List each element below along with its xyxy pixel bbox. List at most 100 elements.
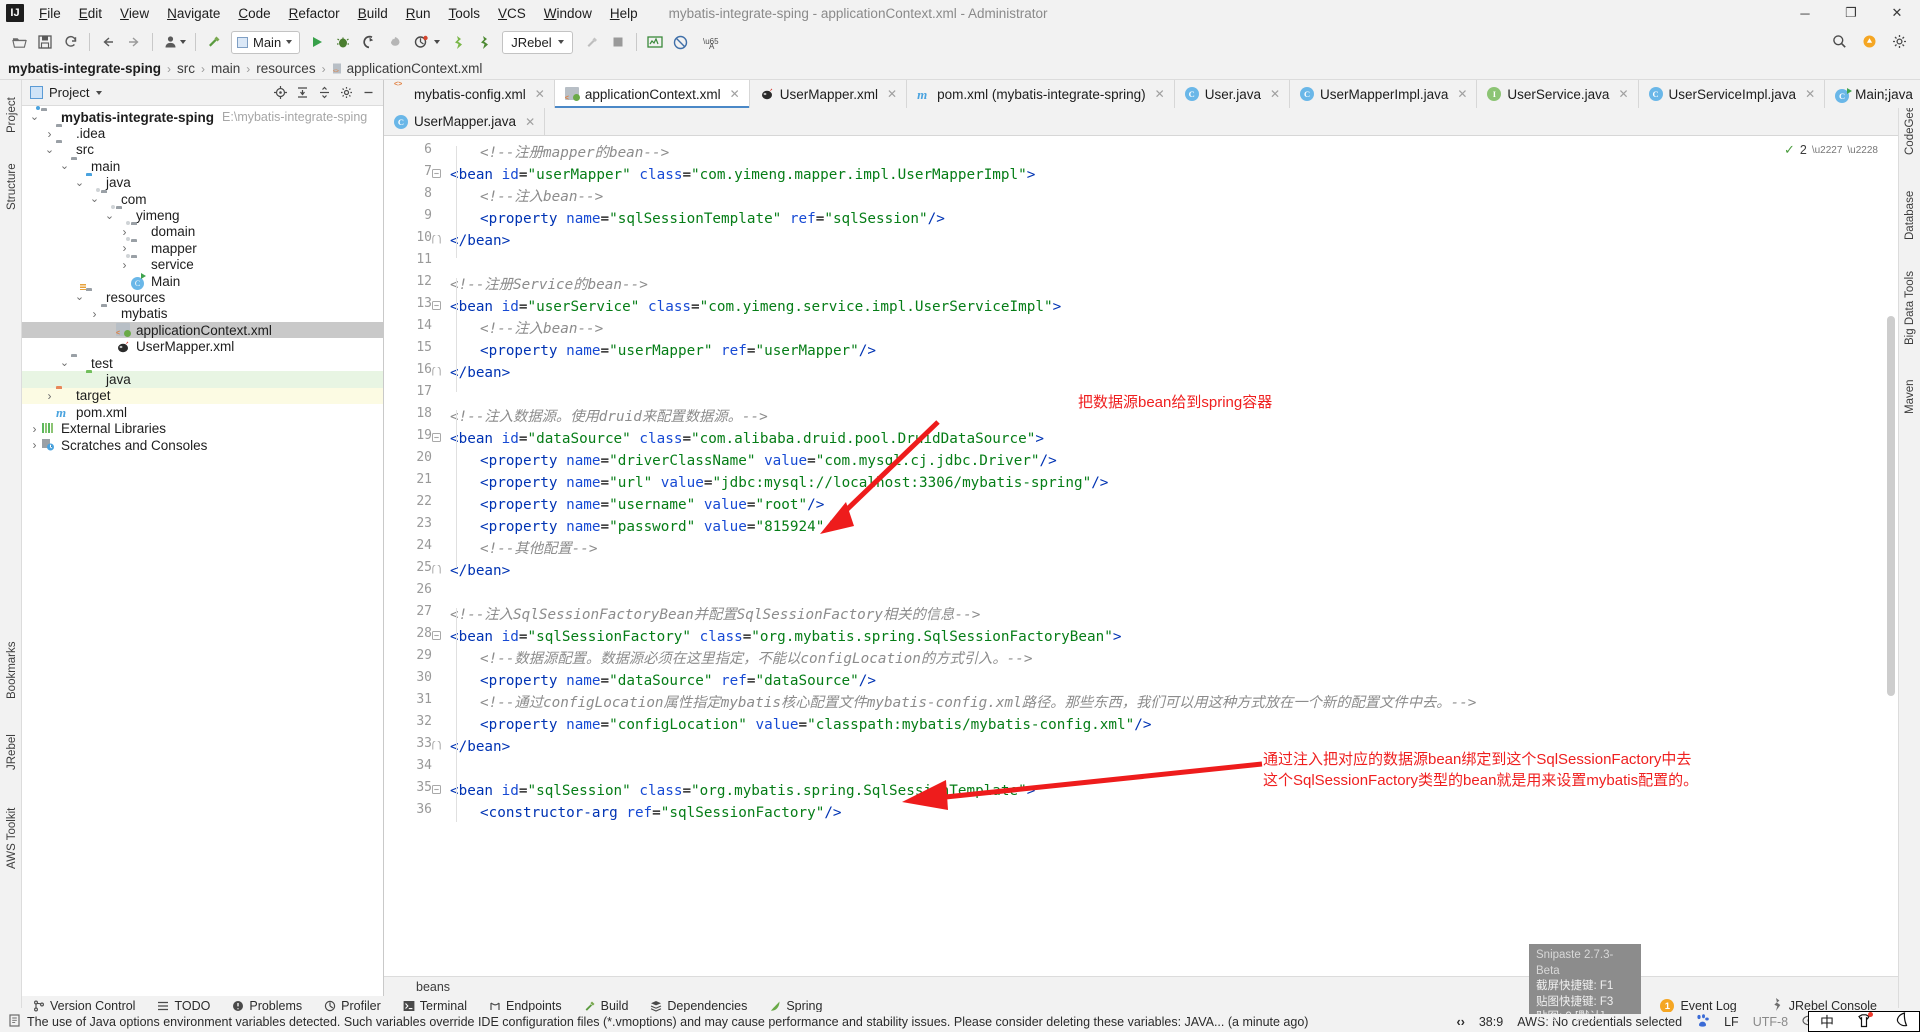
breadcrumb-project[interactable]: mybatis-integrate-sping bbox=[8, 61, 161, 76]
code-line[interactable]: <!--通过configLocation属性指定mybatis核心配置文件myb… bbox=[480, 692, 1476, 714]
close-tab-icon[interactable]: ✕ bbox=[535, 87, 545, 101]
tree-node-mapper[interactable]: › mapper bbox=[22, 237, 383, 256]
menu-help[interactable]: Help bbox=[601, 3, 647, 24]
code-line[interactable]: <bean id="userService" class="com.yimeng… bbox=[450, 296, 1061, 318]
fold-collapse-icon[interactable] bbox=[431, 785, 441, 795]
code-line[interactable]: <!--其他配置--> bbox=[480, 538, 597, 560]
close-tab-icon[interactable]: ✕ bbox=[1618, 87, 1628, 101]
menu-refactor[interactable]: Refactor bbox=[280, 3, 349, 24]
chevron-down-icon[interactable]: ⌄ bbox=[28, 112, 41, 123]
jrebel-selector[interactable]: JRebel bbox=[502, 30, 573, 54]
close-tab-icon[interactable]: ✕ bbox=[887, 87, 897, 101]
editor-scrollbar-thumb[interactable] bbox=[1887, 316, 1895, 696]
editor-tab-main-java[interactable]: CMain.java✕ bbox=[1825, 80, 1920, 108]
code-line[interactable]: <!--注册Service的bean--> bbox=[450, 274, 648, 296]
ime-indicator[interactable]: 中 bbox=[1808, 1011, 1920, 1032]
fold-collapse-icon[interactable] bbox=[431, 169, 441, 179]
chevron-down-icon[interactable]: ⌄ bbox=[43, 144, 56, 155]
editor-code-area[interactable]: <!--注册mapper的bean--> <bean id="userMapper… bbox=[446, 136, 1898, 976]
close-tab-icon[interactable]: ✕ bbox=[1457, 87, 1467, 101]
tree-node-external-libraries[interactable]: › External Libraries bbox=[22, 420, 383, 436]
editor-tab-mybatis-config-xml[interactable]: mybatis-config.xml ✕ bbox=[384, 80, 555, 108]
chevron-right-icon[interactable]: › bbox=[43, 389, 56, 403]
rail-item-project[interactable]: Project bbox=[1, 84, 23, 146]
tree-node-target[interactable]: › target bbox=[22, 387, 383, 405]
profile-icon[interactable] bbox=[382, 30, 408, 54]
tree-node-service[interactable]: › service bbox=[22, 253, 383, 273]
tree-node-src[interactable]: ⌄ src bbox=[22, 142, 383, 158]
editor-tab-applicationcontext-xml[interactable]: < applicationContext.xml ✕ bbox=[554, 80, 750, 108]
chevron-right-icon[interactable]: › bbox=[88, 307, 101, 321]
back-icon[interactable] bbox=[95, 30, 121, 54]
tab-list-overflow-icon[interactable]: ⋮ bbox=[1876, 84, 1896, 104]
minimize-button[interactable]: ─ bbox=[1782, 0, 1828, 26]
ime-moon-icon[interactable] bbox=[1894, 1012, 1908, 1031]
tree-node-usermapper-xml[interactable]: UserMapper.xml bbox=[22, 338, 383, 354]
tree-node-applicationcontext-xml[interactable]: < applicationContext.xml bbox=[22, 322, 383, 339]
code-line[interactable]: </bean> bbox=[450, 362, 510, 384]
chevron-down-icon[interactable]: ⌄ bbox=[58, 161, 71, 172]
code-line[interactable]: <!--注入数据源。使用druid来配置数据源。--> bbox=[450, 406, 768, 428]
save-all-icon[interactable] bbox=[32, 30, 58, 54]
code-line[interactable]: <property name="configLocation" value="c… bbox=[480, 714, 1151, 736]
editor-tab-usermapperimpl-java[interactable]: C UserMapperImpl.java ✕ bbox=[1290, 80, 1478, 108]
disable-icon[interactable] bbox=[668, 30, 694, 54]
code-line[interactable]: <!--数据源配置。数据源必须在这里指定，不能以configLocation的方… bbox=[480, 648, 1032, 670]
code-line[interactable]: <bean id="sqlSessionFactory" class="org.… bbox=[450, 626, 1121, 648]
code-line[interactable]: <property name="driverClassName" value="… bbox=[480, 450, 1057, 472]
chevron-right-icon[interactable]: › bbox=[118, 258, 131, 272]
chevron-down-icon[interactable]: ⌄ bbox=[73, 177, 86, 188]
rail-item-maven[interactable]: Maven bbox=[1899, 368, 1920, 426]
tree-node-domain[interactable]: › domain bbox=[22, 220, 383, 240]
inspection-next-icon[interactable]: \u2228 bbox=[1847, 145, 1878, 156]
close-tab-icon[interactable]: ✕ bbox=[730, 87, 740, 101]
collapse-all-icon[interactable] bbox=[314, 83, 334, 103]
code-line[interactable]: <property name="userMapper" ref="userMap… bbox=[480, 340, 876, 362]
chevron-right-icon[interactable]: › bbox=[118, 241, 131, 255]
ide-updates-icon[interactable] bbox=[1856, 29, 1882, 53]
rail-item-jrebel[interactable]: JRebel bbox=[1, 724, 23, 780]
debug-icon[interactable] bbox=[330, 30, 356, 54]
fold-collapse-icon[interactable] bbox=[431, 433, 441, 443]
breadcrumb-item-resources[interactable]: resources bbox=[256, 61, 315, 76]
user-dropdown-caret-icon[interactable] bbox=[180, 40, 186, 44]
jrebel-run-icon[interactable] bbox=[444, 30, 470, 54]
file-encoding[interactable]: UTF-8 bbox=[1753, 1015, 1788, 1029]
code-style-icon[interactable]: ‹› bbox=[1457, 1015, 1465, 1029]
fold-end-icon[interactable] bbox=[431, 564, 441, 575]
project-settings-gear-icon[interactable] bbox=[336, 83, 356, 103]
expand-all-icon[interactable] bbox=[292, 83, 312, 103]
menu-navigate[interactable]: Navigate bbox=[158, 3, 229, 24]
close-button[interactable]: ✕ bbox=[1874, 0, 1920, 26]
code-line[interactable]: <bean id="dataSource" class="com.alibaba… bbox=[450, 428, 1044, 450]
menu-build[interactable]: Build bbox=[349, 3, 397, 24]
menu-edit[interactable]: Edit bbox=[70, 3, 111, 24]
run-configuration-selector[interactable]: Main bbox=[231, 30, 301, 54]
project-view-chevron-icon[interactable] bbox=[96, 90, 103, 95]
rail-item-aws-toolkit[interactable]: AWS Toolkit bbox=[1, 796, 23, 880]
code-line[interactable]: <!--注入bean--> bbox=[480, 318, 603, 340]
menu-file[interactable]: File bbox=[30, 3, 70, 24]
editor-tab-userservice-java[interactable]: I UserService.java ✕ bbox=[1477, 80, 1639, 108]
code-line[interactable]: <!--注入SqlSessionFactoryBean并配置SqlSession… bbox=[450, 604, 980, 626]
settings-gear-icon[interactable] bbox=[1886, 29, 1912, 53]
editor-tab-pom-xml-mybatis-integrate-spring-[interactable]: m pom.xml (mybatis-integrate-spring) ✕ bbox=[907, 80, 1175, 108]
tree-node-mybatis-integrate-sping[interactable]: ⌄ mybatis-integrate-sping E:\mybatis-integ… bbox=[22, 106, 383, 125]
menu-code[interactable]: Code bbox=[229, 3, 279, 24]
tree-node-resources[interactable]: ⌄ resources bbox=[22, 284, 383, 305]
line-separator[interactable]: LF bbox=[1724, 1015, 1739, 1029]
chevron-down-icon[interactable]: ⌄ bbox=[58, 358, 71, 369]
tree-node-mybatis[interactable]: › mybatis bbox=[22, 306, 383, 322]
tree-node-java[interactable]: java bbox=[22, 371, 383, 388]
chevron-right-icon[interactable]: › bbox=[43, 127, 56, 141]
chevron-down-icon[interactable]: ⌄ bbox=[73, 292, 86, 303]
close-tab-icon[interactable]: ✕ bbox=[525, 115, 535, 129]
editor-breadcrumb-beans[interactable]: beans bbox=[416, 980, 450, 994]
breadcrumb-item-applicationContext-xml[interactable]: <> applicationContext.xml bbox=[332, 61, 482, 76]
inspection-prev-icon[interactable]: \u2227 bbox=[1812, 145, 1843, 156]
run-with-coverage-icon[interactable] bbox=[356, 30, 382, 54]
code-line[interactable]: </bean> bbox=[450, 230, 510, 252]
ime-mode-chinese[interactable]: 中 bbox=[1820, 1012, 1834, 1032]
menu-window[interactable]: Window bbox=[535, 3, 601, 24]
editor-gutter[interactable]: 6 7 8 9 10 11 12 13 14 15 16 17 18 19 20 21 22 23 24 25 26 27… bbox=[384, 136, 446, 976]
